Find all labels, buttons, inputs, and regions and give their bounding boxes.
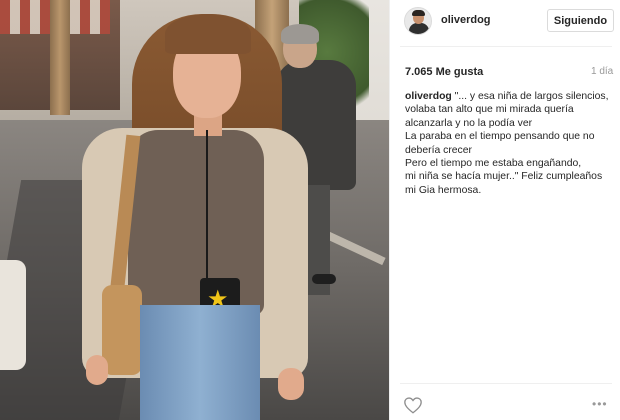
photo-lanyard <box>206 130 208 280</box>
caption-author-link[interactable]: oliverdog <box>405 91 452 102</box>
panel-divider <box>389 0 390 420</box>
photo-girl-hand <box>278 368 304 400</box>
photo-man-shoe <box>312 274 336 284</box>
avatar-body <box>409 23 429 34</box>
caption-line: La paraba en el tiempo pensando que no <box>405 131 595 143</box>
photo-girl-hand <box>86 355 108 385</box>
caption-line: volaba tan alto que mi mirada quería <box>405 104 574 116</box>
photo-bag <box>102 285 142 375</box>
header-divider <box>400 46 612 47</box>
photo-girl-top <box>128 130 264 315</box>
caption-line: oliverdog "... y esa niña de largos sile… <box>405 90 617 103</box>
caption-line: mi Gia hermosa. <box>405 184 482 196</box>
post-photo[interactable]: ★ <box>0 0 389 420</box>
photo-child-arm <box>0 260 26 370</box>
photo-palm-trunk <box>50 0 70 115</box>
photo-girl-jeans <box>140 305 260 420</box>
following-button[interactable]: Siguiendo <box>547 9 614 32</box>
caption-line: mi niña se hacía mujer.." Feliz cumpleañ… <box>405 171 603 183</box>
post-age[interactable]: 1 día <box>591 66 613 77</box>
heart-outline-icon[interactable] <box>403 396 423 414</box>
caption: oliverdog "... y esa niña de largos sile… <box>405 90 617 197</box>
caption-line: alcanzarla y no la podía ver <box>405 117 533 129</box>
caption-text: "... y esa niña de largos silencios, <box>451 91 609 102</box>
caption-line: debería crecer <box>405 144 472 156</box>
avatar-hair <box>412 10 425 16</box>
photo-girl-hair-top <box>165 14 251 54</box>
avatar[interactable] <box>404 7 432 35</box>
likes-count[interactable]: 7.065 Me gusta <box>405 66 483 78</box>
footer-divider <box>400 383 612 384</box>
post-header: oliverdog Siguiendo <box>390 0 620 42</box>
username-link[interactable]: oliverdog <box>441 14 491 26</box>
caption-line: Pero el tiempo me estaba engañando, <box>405 158 582 170</box>
photo-man-hair <box>281 24 319 44</box>
ellipsis-icon[interactable]: ••• <box>592 397 612 411</box>
